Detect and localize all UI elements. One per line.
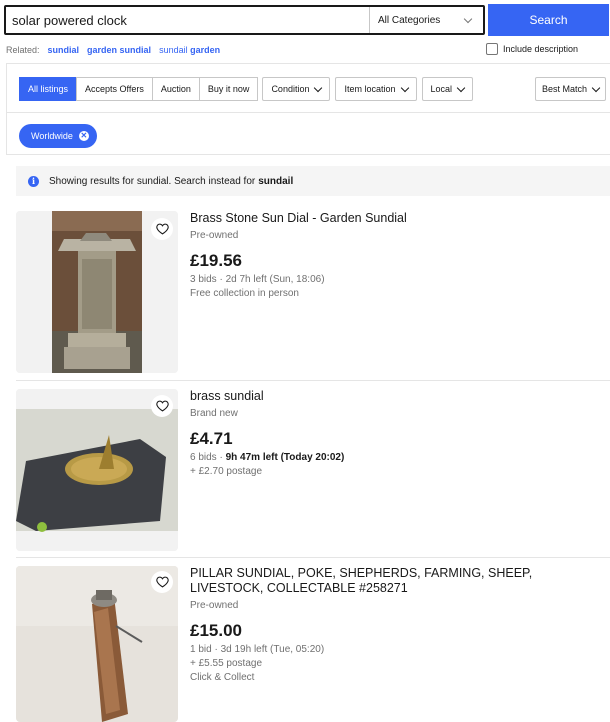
chevron-down-icon xyxy=(591,83,601,92)
listing-condition: Pre-owned xyxy=(190,230,239,241)
heart-icon xyxy=(155,576,169,588)
condition-dropdown[interactable]: Condition xyxy=(262,77,331,101)
chevron-down-icon xyxy=(456,83,466,92)
related-link-garden-sundial[interactable]: garden sundial xyxy=(87,45,151,55)
item-location-dropdown[interactable]: Item location xyxy=(335,77,417,101)
related-searches: Related: sundial garden sundial sundail … xyxy=(6,45,220,55)
sort-dropdown[interactable]: Best Match xyxy=(534,77,606,101)
listing-title[interactable]: PILLAR SUNDIAL, POKE, SHEPHERDS, FARMING… xyxy=(190,566,600,596)
listing-condition: Brand new xyxy=(190,408,238,419)
related-link-garden[interactable]: garden xyxy=(190,45,220,55)
listing-click-collect: Click & Collect xyxy=(190,672,255,683)
watch-heart-button[interactable] xyxy=(151,571,173,593)
listing-item[interactable]: Brass Stone Sun Dial - Garden Sundial Pr… xyxy=(16,211,610,376)
listing-item[interactable]: brass sundial Brand new £4.71 6 bids · 9… xyxy=(16,389,610,551)
listing-divider xyxy=(16,380,610,381)
listing-condition: Pre-owned xyxy=(190,600,239,611)
related-link-sundail[interactable]: sundail xyxy=(159,45,188,55)
heart-icon xyxy=(155,400,169,412)
tab-buy-it-now[interactable]: Buy it now xyxy=(198,77,259,101)
local-dropdown[interactable]: Local xyxy=(421,77,474,101)
listing-title[interactable]: brass sundial xyxy=(190,389,600,404)
listing-bid-info: 3 bids · 2d 7h left (Sun, 18:06) xyxy=(190,274,325,285)
listing-info: brass sundial Brand new £4.71 6 bids · 9… xyxy=(190,389,600,477)
listing-title[interactable]: Brass Stone Sun Dial - Garden Sundial xyxy=(190,211,600,226)
category-select-label: All Categories xyxy=(378,14,441,26)
tab-accepts-offers[interactable]: Accepts Offers xyxy=(76,77,153,101)
related-label: Related: xyxy=(6,45,40,55)
spelling-correction-banner: i Showing results for sundial. Search in… xyxy=(16,166,610,196)
filter-row: All listings Accepts Offers Auction Buy … xyxy=(19,77,474,101)
close-icon[interactable]: ✕ xyxy=(78,131,89,141)
local-dropdown-label: Local xyxy=(430,84,453,94)
listing-delivery: Free collection in person xyxy=(190,288,299,299)
banner-text: Showing results for sundial. Search inst… xyxy=(49,175,256,187)
listing-divider xyxy=(16,557,610,558)
listing-bid-info: 1 bid · 3d 19h left (Tue, 05:20) xyxy=(190,644,325,655)
watch-heart-button[interactable] xyxy=(151,395,173,417)
worldwide-filter-chip[interactable]: Worldwide ✕ xyxy=(19,124,97,148)
bid-count: 3 bids xyxy=(190,274,217,285)
listing-price: £4.71 xyxy=(190,429,233,448)
chevron-down-icon xyxy=(314,83,323,92)
condition-dropdown-label: Condition xyxy=(271,84,310,94)
include-description-toggle[interactable]: Include description xyxy=(486,43,578,55)
listing-postage: + £2.70 postage xyxy=(190,466,263,477)
filters-divider xyxy=(7,112,610,113)
bid-count: 6 bids xyxy=(190,452,217,463)
time-left: 2d 7h left (Sun, 18:06) xyxy=(225,274,325,285)
info-icon: i xyxy=(28,175,39,187)
tab-auction[interactable]: Auction xyxy=(151,77,200,101)
include-description-label: Include description xyxy=(503,44,579,54)
sort-dropdown-label: Best Match xyxy=(541,84,587,94)
listing-bid-info: 6 bids · 9h 47m left (Today 20:02) xyxy=(190,452,345,463)
category-select[interactable]: All Categories xyxy=(369,7,483,33)
tab-all-listings[interactable]: All listings xyxy=(19,77,78,101)
listing-price: £19.56 xyxy=(190,251,242,270)
heart-icon xyxy=(155,223,169,235)
chevron-down-icon xyxy=(463,14,473,23)
item-location-dropdown-label: Item location xyxy=(344,84,396,94)
listing-info: Brass Stone Sun Dial - Garden Sundial Pr… xyxy=(190,211,600,299)
search-bar: All Categories xyxy=(4,5,485,35)
watch-heart-button[interactable] xyxy=(151,218,173,240)
search-button[interactable]: Search xyxy=(488,4,609,36)
listing-info: PILLAR SUNDIAL, POKE, SHEPHERDS, FARMING… xyxy=(190,566,600,683)
worldwide-chip-label: Worldwide xyxy=(31,131,73,141)
time-left: 9h 47m left (Today 20:02) xyxy=(225,452,345,463)
chevron-down-icon xyxy=(400,83,409,92)
time-left: 3d 19h left (Tue, 05:20) xyxy=(220,644,325,655)
related-link-sundial[interactable]: sundial xyxy=(48,45,80,55)
listing-postage: + £5.55 postage xyxy=(190,658,263,669)
filters-panel: All listings Accepts Offers Auction Buy … xyxy=(6,63,610,155)
bid-count: 1 bid xyxy=(190,644,212,655)
search-input[interactable] xyxy=(6,7,369,33)
listing-item[interactable]: PILLAR SUNDIAL, POKE, SHEPHERDS, FARMING… xyxy=(16,566,610,722)
listing-price: £15.00 xyxy=(190,621,242,640)
search-instead-link[interactable]: sundail xyxy=(258,176,293,187)
include-description-checkbox[interactable] xyxy=(486,43,498,55)
